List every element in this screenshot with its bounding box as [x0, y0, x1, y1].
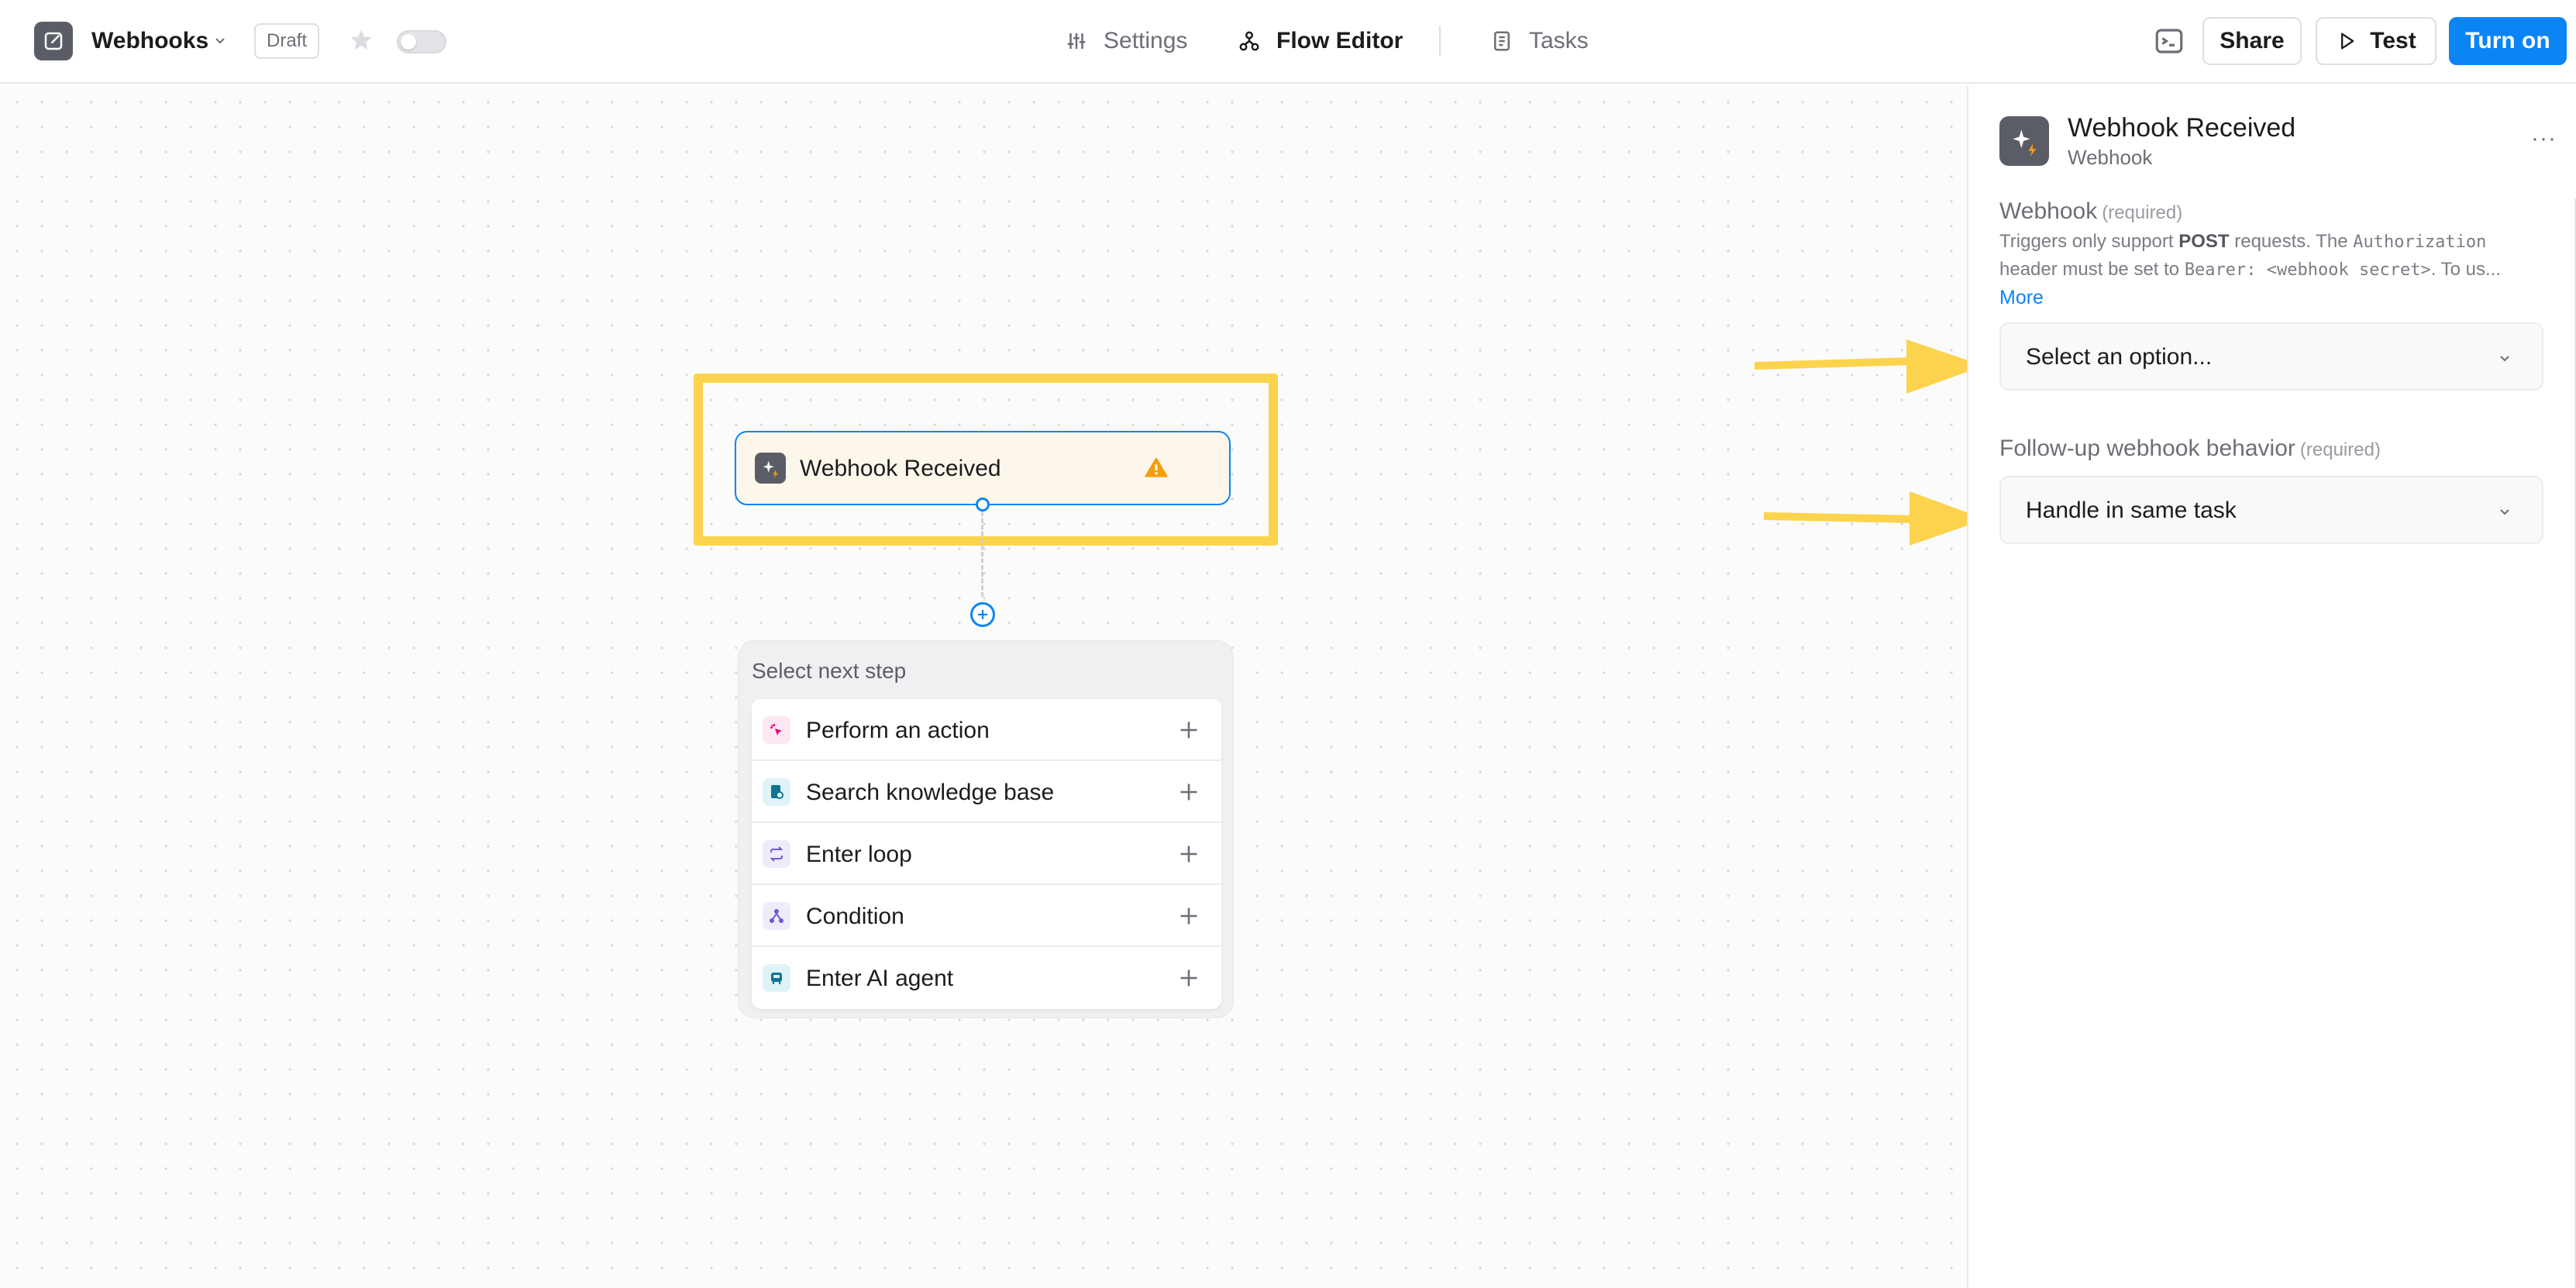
test-button[interactable]: Test	[2316, 17, 2437, 65]
sliders-icon	[1067, 33, 1086, 49]
add-step-button[interactable]	[970, 602, 995, 627]
step-option-label: Search knowledge base	[806, 780, 1055, 805]
followup-select-value: Handle in same task	[2026, 498, 2237, 523]
step-option-perform-action[interactable]: Perform an action	[752, 699, 1221, 761]
panel-subtitle: Webhook	[2068, 146, 2153, 169]
webhook-select[interactable]: Select an option...	[1999, 322, 2543, 391]
next-step-panel: Select next step Perform an action Searc…	[738, 640, 1234, 1018]
next-step-title: Select next step	[752, 659, 907, 683]
arrow-annotation	[1764, 491, 1985, 546]
plus-icon[interactable]	[1178, 719, 1200, 741]
nav-divider	[1439, 26, 1441, 57]
play-icon	[2341, 33, 2354, 50]
knowledge-base-icon	[763, 778, 790, 806]
warning-icon	[1145, 457, 1168, 477]
chevron-down-icon	[2500, 509, 2509, 515]
sparkle-bolt-icon	[1999, 116, 2049, 166]
next-step-list: Perform an action Search knowledge base …	[752, 699, 1221, 1009]
sparkle-cursor-icon	[763, 716, 790, 744]
step-option-label: Enter loop	[806, 842, 912, 867]
condition-icon	[763, 902, 790, 930]
step-option-condition[interactable]: Condition	[752, 885, 1221, 947]
loop-icon	[763, 840, 790, 868]
step-option-enter-ai-agent[interactable]: Enter AI agent	[752, 947, 1221, 1009]
trigger-node-label: Webhook Received	[800, 456, 1001, 481]
tab-flow-editor-label: Flow Editor	[1276, 28, 1403, 53]
tab-flow-editor[interactable]: Flow Editor	[1238, 23, 1403, 59]
tab-tasks[interactable]: Tasks	[1490, 23, 1589, 59]
plus-icon[interactable]	[1178, 905, 1200, 927]
step-config-panel: Webhook Received Webhook ··· Webhook (req…	[1967, 85, 2576, 1288]
tab-settings-label: Settings	[1104, 28, 1188, 53]
star-icon[interactable]	[347, 26, 375, 54]
connector-line	[981, 511, 983, 597]
chevron-down-icon	[2500, 356, 2509, 362]
test-button-label: Test	[2370, 28, 2416, 53]
top-bar: Webhooks Draft Settings Flow Editor Task…	[0, 0, 2576, 84]
more-menu-button[interactable]: ···	[2531, 126, 2557, 152]
plus-icon[interactable]	[1178, 967, 1200, 989]
node-output-handle[interactable]	[976, 498, 990, 511]
tab-settings[interactable]: Settings	[1065, 23, 1187, 59]
panel-title: Webhook Received	[2068, 113, 2296, 143]
more-link[interactable]: More	[1999, 287, 2044, 309]
plus-icon	[978, 610, 987, 619]
flow-icon	[1239, 31, 1259, 51]
webhook-select-value: Select an option...	[2026, 344, 2213, 370]
plus-icon[interactable]	[1178, 781, 1200, 803]
webhook-field-label: Webhook (required)	[1999, 198, 2183, 224]
followup-behavior-select[interactable]: Handle in same task	[1999, 476, 2543, 544]
app-name[interactable]: Webhooks	[91, 28, 208, 54]
step-option-label: Perform an action	[806, 718, 990, 743]
step-option-search-knowledge-base[interactable]: Search knowledge base	[752, 761, 1221, 823]
step-option-label: Condition	[806, 904, 904, 929]
share-button[interactable]: Share	[2202, 17, 2302, 65]
trigger-node[interactable]: Webhook Received	[735, 431, 1231, 505]
plus-icon[interactable]	[1178, 843, 1200, 865]
app-logo-icon[interactable]	[34, 22, 73, 60]
status-badge: Draft	[254, 23, 320, 59]
step-option-label: Enter AI agent	[806, 966, 954, 991]
flow-canvas[interactable]: Webhook Received Select next step Perfor…	[0, 85, 1985, 1288]
chevron-down-icon[interactable]	[211, 31, 229, 50]
arrow-annotation	[1755, 339, 1984, 394]
enable-toggle[interactable]	[397, 30, 446, 53]
turn-on-button[interactable]: Turn on	[2449, 17, 2567, 65]
tab-tasks-label: Tasks	[1529, 28, 1589, 53]
terminal-icon[interactable]	[2153, 25, 2185, 57]
required-marker: (required)	[2299, 439, 2381, 460]
followup-field-label: Follow-up webhook behavior (required)	[1999, 436, 2381, 461]
required-marker: (required)	[2102, 202, 2183, 223]
step-option-enter-loop[interactable]: Enter loop	[752, 823, 1221, 885]
document-icon	[1494, 31, 1510, 51]
robot-icon	[763, 964, 790, 992]
webhook-help-text: Triggers only support POST requests. The…	[1999, 231, 2487, 252]
webhook-help-text: header must be set to Bearer: <webhook s…	[1999, 259, 2501, 280]
sparkle-bolt-icon	[755, 453, 786, 484]
